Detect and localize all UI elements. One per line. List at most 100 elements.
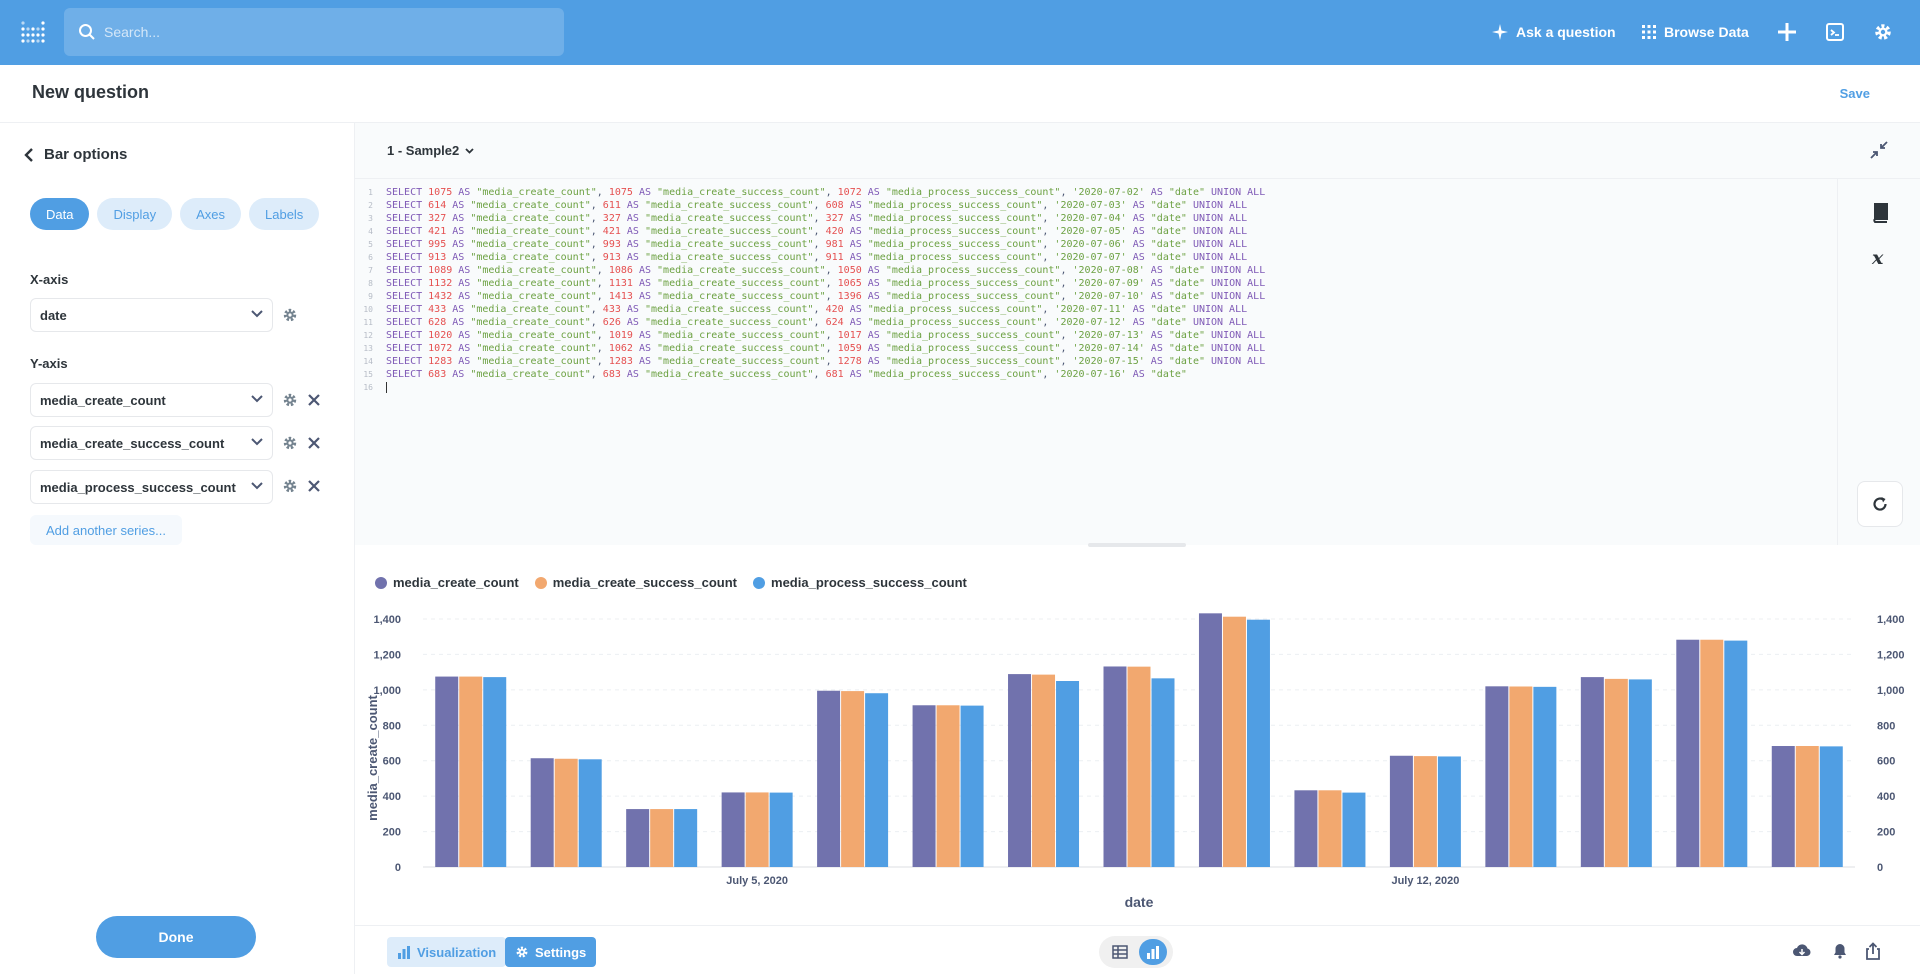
database-picker[interactable]: 1 - Sample2 xyxy=(387,143,474,158)
add-another-series-button[interactable]: Add another series... xyxy=(30,515,182,545)
search-bar[interactable] xyxy=(64,8,564,56)
refresh-icon xyxy=(1873,497,1887,511)
browse-data-button[interactable]: Browse Data xyxy=(1642,20,1749,44)
y-axis-1-remove-icon[interactable] xyxy=(306,392,322,408)
y-tick-label-right: 1,200 xyxy=(1877,649,1905,661)
tab-data[interactable]: Data xyxy=(30,198,90,230)
sql-number: 327 xyxy=(825,213,844,224)
x-tick-label: July 5, 2020 xyxy=(726,875,788,887)
collapse-editor-icon[interactable] xyxy=(1870,141,1888,164)
sql-string: '2020-07-13' xyxy=(1072,330,1145,341)
sql-keyword: SELECT xyxy=(386,265,423,276)
sql-number: 624 xyxy=(825,317,844,328)
sql-number: 1132 xyxy=(428,278,453,289)
sql-identifier: "date" xyxy=(1150,252,1187,263)
bar xyxy=(745,792,769,867)
sql-keyword: UNION ALL xyxy=(1211,356,1266,367)
sql-keyword: AS xyxy=(638,187,651,198)
variables-x-icon[interactable]: x xyxy=(1868,246,1892,270)
x-axis-gear-icon[interactable] xyxy=(282,307,298,323)
y-tick-label-left: 1,400 xyxy=(373,614,401,626)
sql-keyword: AS xyxy=(1132,369,1145,380)
page-title: New question xyxy=(32,82,150,102)
sql-keyword: AS xyxy=(1132,304,1145,315)
sql-identifier: "date" xyxy=(1168,278,1205,289)
sql-keyword: AS xyxy=(638,291,651,302)
run-query-button[interactable] xyxy=(1857,481,1903,527)
back-to-bar-options[interactable]: Bar options xyxy=(24,146,127,163)
code-line: SELECT 1432 AS "media_create_count", 141… xyxy=(386,291,1266,302)
table-chart-toggle xyxy=(1099,936,1173,968)
sql-keyword: AS xyxy=(626,317,639,328)
sql-string: '2020-07-06' xyxy=(1054,239,1127,250)
visualization-label: Visualization xyxy=(417,944,497,960)
code-line xyxy=(386,381,1265,394)
y-axis-select-3[interactable]: media_process_success_count xyxy=(30,470,273,504)
y-axis-select-2[interactable]: media_create_success_count xyxy=(30,426,273,460)
sql-identifier: "media_create_count" xyxy=(476,278,597,289)
bar xyxy=(1294,790,1318,867)
sql-editor-icon[interactable] xyxy=(1823,20,1847,44)
sql-keyword: AS xyxy=(458,187,471,198)
share-icon[interactable] xyxy=(1863,941,1883,961)
y-axis-2-gear-icon[interactable] xyxy=(282,435,298,451)
sql-keyword: SELECT xyxy=(386,291,423,302)
sql-string: '2020-07-09' xyxy=(1072,278,1145,289)
table-view-toggle[interactable] xyxy=(1106,939,1134,965)
sql-identifier: "date" xyxy=(1168,291,1205,302)
tab-axes[interactable]: Axes xyxy=(180,198,241,230)
line-number: 6 xyxy=(368,253,373,262)
bar xyxy=(1222,616,1246,867)
download-icon[interactable] xyxy=(1792,941,1812,961)
chevron-down-icon xyxy=(251,438,263,446)
save-button[interactable]: Save xyxy=(1840,86,1870,101)
search-input[interactable] xyxy=(104,8,544,56)
search-icon xyxy=(79,24,95,40)
sql-keyword: AS xyxy=(1132,239,1145,250)
sql-identifier: "media_create_count" xyxy=(470,213,591,224)
done-button[interactable]: Done xyxy=(96,916,256,958)
tab-labels[interactable]: Labels xyxy=(249,198,320,230)
ask-question-button[interactable]: Ask a question xyxy=(1492,20,1616,44)
sql-number: 1432 xyxy=(428,291,453,302)
sql-identifier: "date" xyxy=(1150,369,1187,380)
sql-keyword: UNION ALL xyxy=(1211,330,1266,341)
sql-keyword: AS xyxy=(638,265,651,276)
sql-identifier: "media_create_count" xyxy=(476,187,597,198)
ask-question-label: Ask a question xyxy=(1516,24,1616,40)
sql-number: 993 xyxy=(602,239,621,250)
sql-keyword: AS xyxy=(458,265,471,276)
chart-view-toggle[interactable] xyxy=(1138,939,1167,965)
sql-string: '2020-07-02' xyxy=(1072,187,1145,198)
sql-keyword: AS xyxy=(849,200,862,211)
new-plus-icon[interactable] xyxy=(1775,20,1799,44)
y-axis-select-1[interactable]: media_create_count xyxy=(30,383,273,417)
y-axis-3-remove-icon[interactable] xyxy=(306,478,322,494)
sql-keyword: AS xyxy=(458,291,471,302)
sql-code[interactable]: SELECT 1075 AS "media_create_count", 107… xyxy=(386,186,1265,394)
settings-gear-icon[interactable] xyxy=(1871,20,1895,44)
sql-identifier: "media_process_success_count" xyxy=(867,317,1043,328)
sql-keyword: SELECT xyxy=(386,252,423,263)
sql-identifier: "date" xyxy=(1150,317,1187,328)
sql-identifier: "media_create_success_count" xyxy=(657,278,826,289)
x-axis-select[interactable]: date xyxy=(30,298,273,332)
alert-bell-icon[interactable] xyxy=(1830,941,1850,961)
y-axis-3-gear-icon[interactable] xyxy=(282,478,298,494)
sql-editor[interactable]: 1 2 3 4 5 6 7 8 9 10 11 12 13 14 15 16 SELECT 1075 AS "… xyxy=(355,179,1837,545)
sql-keyword: SELECT xyxy=(386,304,423,315)
settings-button[interactable]: Settings xyxy=(505,937,597,967)
data-reference-book-icon[interactable] xyxy=(1868,201,1892,225)
y-axis-1-gear-icon[interactable] xyxy=(282,392,298,408)
sql-identifier: "media_create_count" xyxy=(470,369,591,380)
chevron-down-icon xyxy=(465,147,474,154)
sql-identifier: "media_process_success_count" xyxy=(867,239,1043,250)
tab-display[interactable]: Display xyxy=(97,198,173,230)
y-axis-2-remove-icon[interactable] xyxy=(306,435,322,451)
sql-number: 421 xyxy=(602,226,621,237)
metabase-logo-icon[interactable] xyxy=(20,20,46,46)
visualization-button[interactable]: Visualization xyxy=(387,937,507,967)
sql-number: 327 xyxy=(428,213,447,224)
sql-keyword: AS xyxy=(849,252,862,263)
bar xyxy=(1509,686,1533,867)
